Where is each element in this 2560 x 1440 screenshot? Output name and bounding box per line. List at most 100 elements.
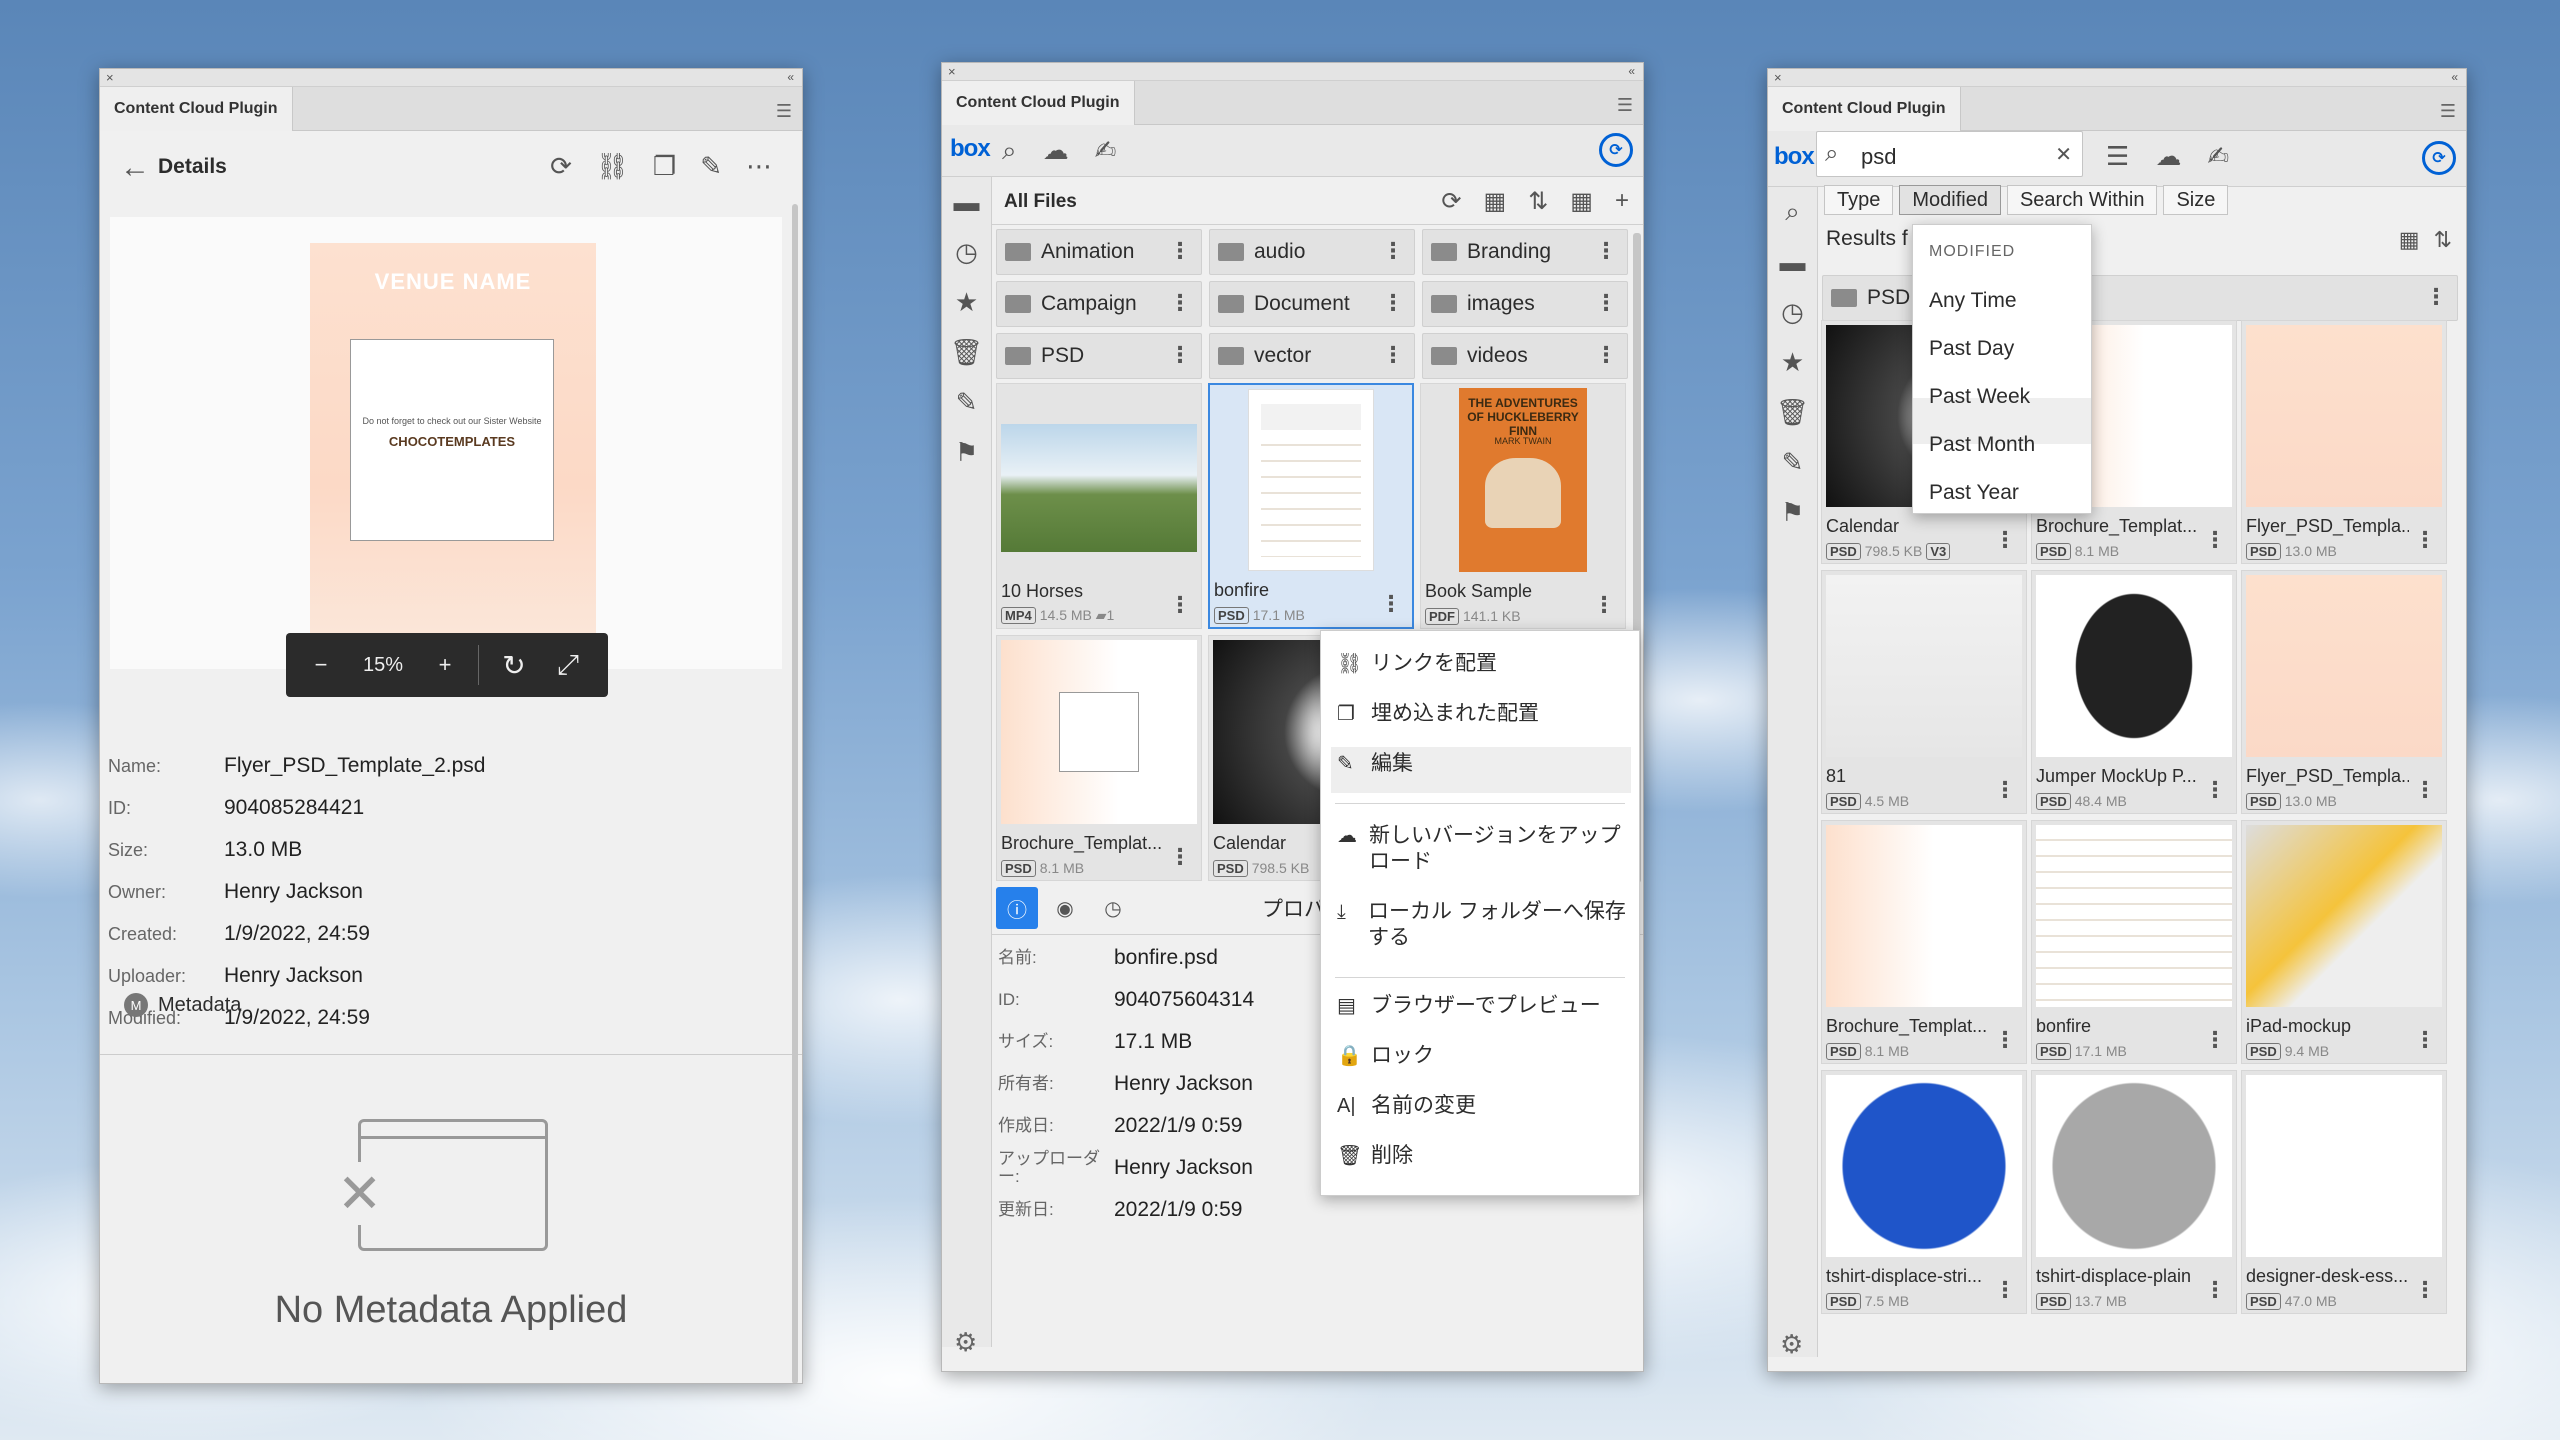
dropdown-option-any-time[interactable]: Any Time <box>1929 289 2017 313</box>
zoom-out-button[interactable]: − <box>296 652 346 678</box>
folder-icon[interactable]: ▬ <box>1768 237 1817 287</box>
menu-item-place-link[interactable]: ⛓ リンクを配置 <box>1337 651 1627 677</box>
notes-icon[interactable]: ✎ <box>942 377 991 427</box>
close-icon[interactable]: × <box>948 64 956 79</box>
folder-item[interactable]: Document ⋮ <box>1209 281 1415 327</box>
filter-settings-icon[interactable]: ☰ <box>2106 141 2129 172</box>
info-tab-icon[interactable]: ⓘ <box>996 887 1038 929</box>
cloud-sync-icon[interactable]: ⟳ <box>2422 141 2456 175</box>
star-icon[interactable]: ★ <box>942 277 991 327</box>
menu-item-lock[interactable]: 🔒 ロック <box>1337 1043 1627 1069</box>
more-icon[interactable]: ⋮ <box>1994 1277 2016 1303</box>
trash-icon[interactable]: 🗑 <box>1768 387 1817 437</box>
more-icon[interactable]: ⋮ <box>2414 777 2436 803</box>
collapse-icon[interactable]: « <box>2451 70 2458 84</box>
search-input[interactable]: psd <box>1861 144 1896 170</box>
place-link-icon[interactable]: ⛓ <box>596 151 629 182</box>
more-icon[interactable]: ⋮ <box>1169 238 1191 264</box>
settings-gear-icon[interactable]: ⚙ <box>1780 1329 1803 1360</box>
grid-view-icon[interactable]: ▦ <box>2399 227 2420 253</box>
close-icon[interactable]: × <box>106 70 114 85</box>
grid-view-icon[interactable]: ▦ <box>1570 187 1593 216</box>
dropdown-option-past-day[interactable]: Past Day <box>1929 337 2014 361</box>
star-icon[interactable]: ★ <box>1768 337 1817 387</box>
flag-icon[interactable]: ⚑ <box>942 427 991 477</box>
file-tile[interactable]: 81 PSD 4.5 MB ⋮ <box>1821 570 2027 814</box>
collapse-icon[interactable]: « <box>1628 64 1635 78</box>
filter-type-button[interactable]: Type <box>1824 185 1894 215</box>
panel-menu-icon[interactable]: ☰ <box>2440 101 2456 122</box>
file-tile-selected[interactable]: bonfire PSD 17.1 MB ⋮ <box>1208 383 1414 629</box>
folder-item[interactable]: images ⋮ <box>1422 281 1628 327</box>
more-icon[interactable]: ⋮ <box>1382 342 1404 368</box>
folder-item[interactable]: Animation ⋮ <box>996 229 1202 275</box>
folder-item[interactable]: Campaign ⋮ <box>996 281 1202 327</box>
rotate-icon[interactable]: ↻ <box>487 649 541 682</box>
file-tile[interactable]: Brochure_Templat... PSD 8.1 MB ⋮ <box>996 635 1202 881</box>
more-icon[interactable]: ⋮ <box>1595 238 1617 264</box>
file-tile[interactable]: bonfire PSD 17.1 MB ⋮ <box>2031 820 2237 1064</box>
collapse-icon[interactable]: « <box>787 70 794 84</box>
folder-icon[interactable]: ▬ <box>942 177 991 227</box>
back-arrow-icon[interactable]: ← <box>120 151 150 185</box>
more-icon[interactable]: ⋮ <box>2204 527 2226 553</box>
panel-tab[interactable]: Content Cloud Plugin <box>100 87 293 131</box>
copy-icon[interactable]: ❐ <box>653 151 676 182</box>
folder-item[interactable]: PSD ⋮ <box>996 333 1202 379</box>
trash-icon[interactable]: 🗑 <box>942 327 991 377</box>
breadcrumb-current[interactable]: All Files <box>1004 191 1077 213</box>
recent-folder-icon[interactable]: ◷ <box>942 227 991 277</box>
more-icon[interactable]: ⋮ <box>1169 844 1191 870</box>
settings-gear-icon[interactable]: ⚙ <box>954 1327 977 1358</box>
menu-item-preview-browser[interactable]: ▤ ブラウザーでプレビュー <box>1337 993 1627 1019</box>
file-tile[interactable]: Jumper MockUp P... PSD 48.4 MB ⋮ <box>2031 570 2237 814</box>
folder-item[interactable]: audio ⋮ <box>1209 229 1415 275</box>
file-tile[interactable]: tshirt-displace-stri... PSD 7.5 MB ⋮ <box>1821 1070 2027 1314</box>
file-tile[interactable]: tshirt-displace-plain PSD 13.7 MB ⋮ <box>2031 1070 2237 1314</box>
folder-item[interactable]: Branding ⋮ <box>1422 229 1628 275</box>
menu-item-delete[interactable]: 🗑 削除 <box>1337 1143 1627 1169</box>
more-icon[interactable]: ⋮ <box>1994 1027 2016 1053</box>
history-tab-icon[interactable]: ◷ <box>1092 887 1134 929</box>
menu-item-upload-version[interactable]: ☁ 新しいバージョンをアップロード <box>1337 823 1627 875</box>
scrollbar[interactable] <box>792 204 798 1383</box>
folder-item[interactable]: videos ⋮ <box>1422 333 1628 379</box>
more-icon[interactable]: ⋮ <box>1382 238 1404 264</box>
filter-size-button[interactable]: Size <box>2163 185 2229 215</box>
sort-icon[interactable]: ⇅ <box>1528 187 1548 216</box>
metadata-section[interactable]: M Metadata <box>124 993 241 1017</box>
search-icon[interactable]: ⌕ <box>1002 135 1017 167</box>
file-tile[interactable]: Brochure_Templat... PSD 8.1 MB ⋮ <box>1821 820 2027 1064</box>
file-tile[interactable]: iPad-mockup PSD 9.4 MB ⋮ <box>2241 820 2447 1064</box>
more-icon[interactable]: ⋮ <box>1380 591 1402 617</box>
dropdown-option-past-year[interactable]: Past Year <box>1929 481 2019 505</box>
zoom-in-button[interactable]: + <box>420 652 470 678</box>
calendar-icon[interactable]: ▦ <box>1484 187 1507 216</box>
more-icon[interactable]: ⋮ <box>1595 290 1617 316</box>
sign-icon[interactable]: ✍ <box>1095 135 1117 167</box>
metadata-tab-icon[interactable]: ◉ <box>1044 887 1086 929</box>
more-icon[interactable]: ⋮ <box>1169 290 1191 316</box>
file-tile[interactable]: designer-desk-ess... PSD 47.0 MB ⋮ <box>2241 1070 2447 1314</box>
upload-icon[interactable]: ☁ <box>1043 135 1069 167</box>
panel-tab[interactable]: Content Cloud Plugin <box>1768 87 1961 131</box>
more-icon[interactable]: ⋮ <box>2425 284 2447 310</box>
menu-item-edit[interactable]: ✎ 編集 <box>1337 751 1627 777</box>
more-icon[interactable]: ⋮ <box>2414 527 2436 553</box>
filter-search-within-button[interactable]: Search Within <box>2006 185 2158 215</box>
notes-icon[interactable]: ✎ <box>1768 437 1817 487</box>
more-icon[interactable]: ⋮ <box>1994 777 2016 803</box>
folder-item[interactable]: vector ⋮ <box>1209 333 1415 379</box>
close-icon[interactable]: × <box>1774 70 1782 85</box>
search-box[interactable]: ⌕ psd ✕ <box>1816 131 2083 177</box>
more-icon[interactable]: ⋯ <box>746 151 772 182</box>
more-icon[interactable]: ⋮ <box>2204 1027 2226 1053</box>
menu-item-embed[interactable]: ❐ 埋め込まれた配置 <box>1337 701 1627 727</box>
more-icon[interactable]: ⋮ <box>1994 527 2016 553</box>
menu-item-rename[interactable]: A| 名前の変更 <box>1337 1093 1627 1119</box>
menu-item-save-local[interactable]: ⤓ ローカル フォルダーへ保存する <box>1337 899 1627 951</box>
filter-modified-button[interactable]: Modified <box>1899 185 2001 215</box>
fullscreen-icon[interactable]: ⤢ <box>541 649 595 682</box>
file-tile[interactable]: THE ADVENTURES OF HUCKLEBERRY FINN MARK … <box>1420 383 1626 629</box>
panel-menu-icon[interactable]: ☰ <box>776 101 792 122</box>
